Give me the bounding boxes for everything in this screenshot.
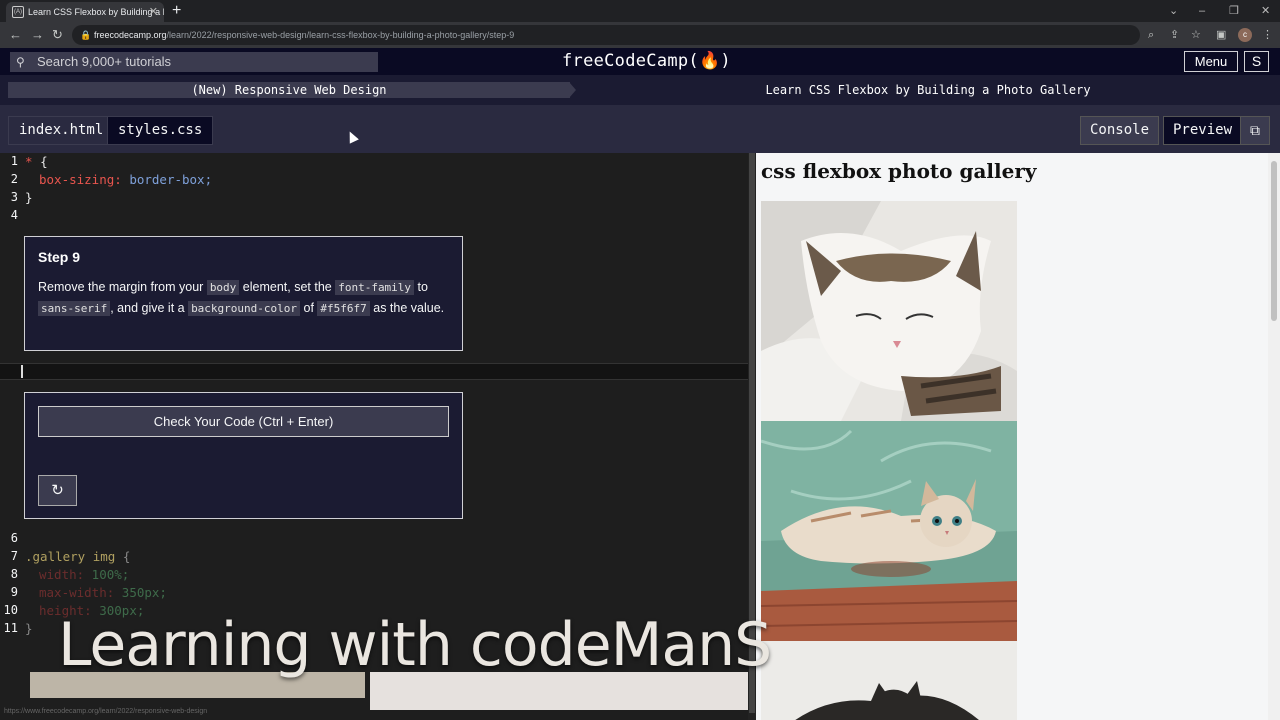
url-field[interactable]: 🔒 freecodecamp.org/learn/2022/responsive… xyxy=(72,25,1140,45)
console-button[interactable]: Console xyxy=(1080,116,1160,145)
profile-avatar[interactable]: c xyxy=(1238,28,1252,42)
share-icon[interactable]: ⇪ xyxy=(1170,22,1179,48)
check-code-button[interactable]: Check Your Code (Ctrl + Enter) xyxy=(38,406,449,437)
status-bar-url: https://www.freecodecamp.org/learn/2022/… xyxy=(4,708,208,715)
code-line-3: } xyxy=(25,190,33,205)
preview-scrollbar[interactable] xyxy=(1268,153,1280,720)
line-number: 8 xyxy=(10,567,18,581)
code-line-9: max-width: 350px; xyxy=(39,585,167,600)
forward-icon[interactable]: → xyxy=(31,22,44,48)
zoom-icon[interactable]: ⌕ xyxy=(1148,22,1154,48)
reset-lesson-icon[interactable]: ↻ xyxy=(38,475,77,506)
css-property: width: xyxy=(39,567,85,582)
line-number: 6 xyxy=(10,531,18,545)
brace: { xyxy=(122,549,131,564)
step-instructions-panel: Step 9 Remove the margin from your body … xyxy=(24,236,463,351)
editable-line-5[interactable] xyxy=(0,363,748,380)
text-caret xyxy=(21,365,23,378)
preview-pane: css flexbox photo gallery xyxy=(756,153,1268,720)
popout-preview-icon[interactable]: ⧉ xyxy=(1240,116,1270,145)
search-input[interactable]: ⚲ Search 9,000+ tutorials xyxy=(10,52,378,72)
line-number: 9 xyxy=(10,585,18,599)
css-property: max-width: xyxy=(39,585,115,600)
tab-search-icon[interactable]: ⌄ xyxy=(1169,0,1178,22)
step-text: to xyxy=(414,280,428,294)
css-selector: * xyxy=(25,154,41,169)
brace: } xyxy=(25,190,33,205)
code-line-1: * { xyxy=(25,154,48,169)
browser-menu-icon[interactable]: ⋮ xyxy=(1262,22,1273,48)
back-icon[interactable]: ← xyxy=(9,22,22,48)
brace: { xyxy=(40,154,48,169)
browser-tab[interactable]: (A) Learn CSS Flexbox by Building a P ✕ xyxy=(6,2,164,22)
step-text: , and give it a xyxy=(110,301,189,315)
preview-heading: css flexbox photo gallery xyxy=(761,159,1037,183)
address-bar-row: ← → ↻ 🔒 freecodecamp.org/learn/2022/resp… xyxy=(0,22,1280,48)
step-title: Step 9 xyxy=(38,249,81,265)
breadcrumb-arrow-icon xyxy=(569,82,576,98)
url-path: /learn/2022/responsive-web-design/learn-… xyxy=(166,30,515,40)
check-code-panel: Check Your Code (Ctrl + Enter) ↻ xyxy=(24,392,463,519)
fcc-navbar: ⚲ Search 9,000+ tutorials freeCodeCamp(🔥… xyxy=(0,48,1280,75)
line-number: 7 xyxy=(10,549,18,563)
side-panel-icon[interactable]: ▣ xyxy=(1216,22,1226,48)
search-icon: ⚲ xyxy=(16,55,25,69)
css-selector: .gallery img xyxy=(25,549,123,564)
line-number: 11 xyxy=(3,621,18,635)
signout-s-button[interactable]: S xyxy=(1244,51,1269,72)
breadcrumb: (New) Responsive Web Design Learn CSS Fl… xyxy=(0,75,1280,105)
close-tab-icon[interactable]: ✕ xyxy=(149,2,158,22)
fcc-logo[interactable]: freeCodeCamp(🔥) xyxy=(562,50,731,72)
step-text: element, set the xyxy=(239,280,336,294)
playful-cat-image xyxy=(761,421,1017,641)
code-chip: font-family xyxy=(335,280,415,295)
close-window-icon[interactable]: ✕ xyxy=(1261,0,1270,22)
line-number: 10 xyxy=(3,603,18,617)
channel-watermark: Learning with codeManS xyxy=(58,610,772,680)
code-chip: #f5f6f7 xyxy=(317,301,370,316)
code-line-11: } xyxy=(25,621,33,636)
line-number: 1 xyxy=(10,154,18,168)
bookmark-star-icon[interactable]: ☆ xyxy=(1191,22,1201,48)
step-description: Remove the margin from your body element… xyxy=(38,277,458,319)
line-number: 4 xyxy=(10,208,18,222)
step-text: Remove the margin from your xyxy=(38,280,207,294)
css-value: 350px; xyxy=(114,585,167,600)
css-value: 100%; xyxy=(84,567,130,582)
freecodecamp-favicon-icon: (A) xyxy=(12,6,24,18)
preview-button[interactable]: Preview xyxy=(1163,116,1243,145)
step-text: of xyxy=(300,301,318,315)
reload-icon[interactable]: ↻ xyxy=(52,22,63,48)
css-value: border-box; xyxy=(121,172,213,187)
breadcrumb-course[interactable]: (New) Responsive Web Design xyxy=(8,82,570,98)
menu-button[interactable]: Menu xyxy=(1184,51,1238,72)
tab-index-html[interactable]: index.html xyxy=(8,116,115,145)
sleeping-cat-image xyxy=(761,201,1017,421)
preview-scrollbar-thumb[interactable] xyxy=(1271,161,1277,321)
code-chip: body xyxy=(206,280,240,295)
editor-tab-row: index.html styles.css Console Preview ⧉ xyxy=(0,105,1280,153)
search-placeholder: Search 9,000+ tutorials xyxy=(37,54,172,69)
breadcrumb-project: Learn CSS Flexbox by Building a Photo Ga… xyxy=(765,83,1091,97)
browser-tab-bar: (A) Learn CSS Flexbox by Building a P ✕ … xyxy=(0,0,1280,22)
restore-icon[interactable]: ❐ xyxy=(1229,0,1239,22)
tab-styles-css[interactable]: styles.css xyxy=(107,116,214,145)
url-host: freecodecamp.org xyxy=(94,30,167,40)
brace: } xyxy=(25,621,33,636)
code-chip: background-color xyxy=(188,301,301,316)
lock-icon: 🔒 xyxy=(80,30,92,40)
third-cat-image xyxy=(761,641,1017,720)
new-tab-icon[interactable]: + xyxy=(172,0,181,22)
line-number: 2 xyxy=(10,172,18,186)
css-property: box-sizing: xyxy=(39,172,122,187)
code-chip: sans-serif xyxy=(38,301,111,316)
code-line-8: width: 100%; xyxy=(39,567,129,582)
code-line-7: .gallery img { xyxy=(25,549,130,564)
browser-tab-title: Learn CSS Flexbox by Building a P xyxy=(28,7,164,17)
line-number: 3 xyxy=(10,190,18,204)
step-text: as the value. xyxy=(369,301,445,315)
code-line-2: box-sizing: border-box; xyxy=(39,172,212,187)
minimize-icon[interactable]: – xyxy=(1199,0,1205,22)
